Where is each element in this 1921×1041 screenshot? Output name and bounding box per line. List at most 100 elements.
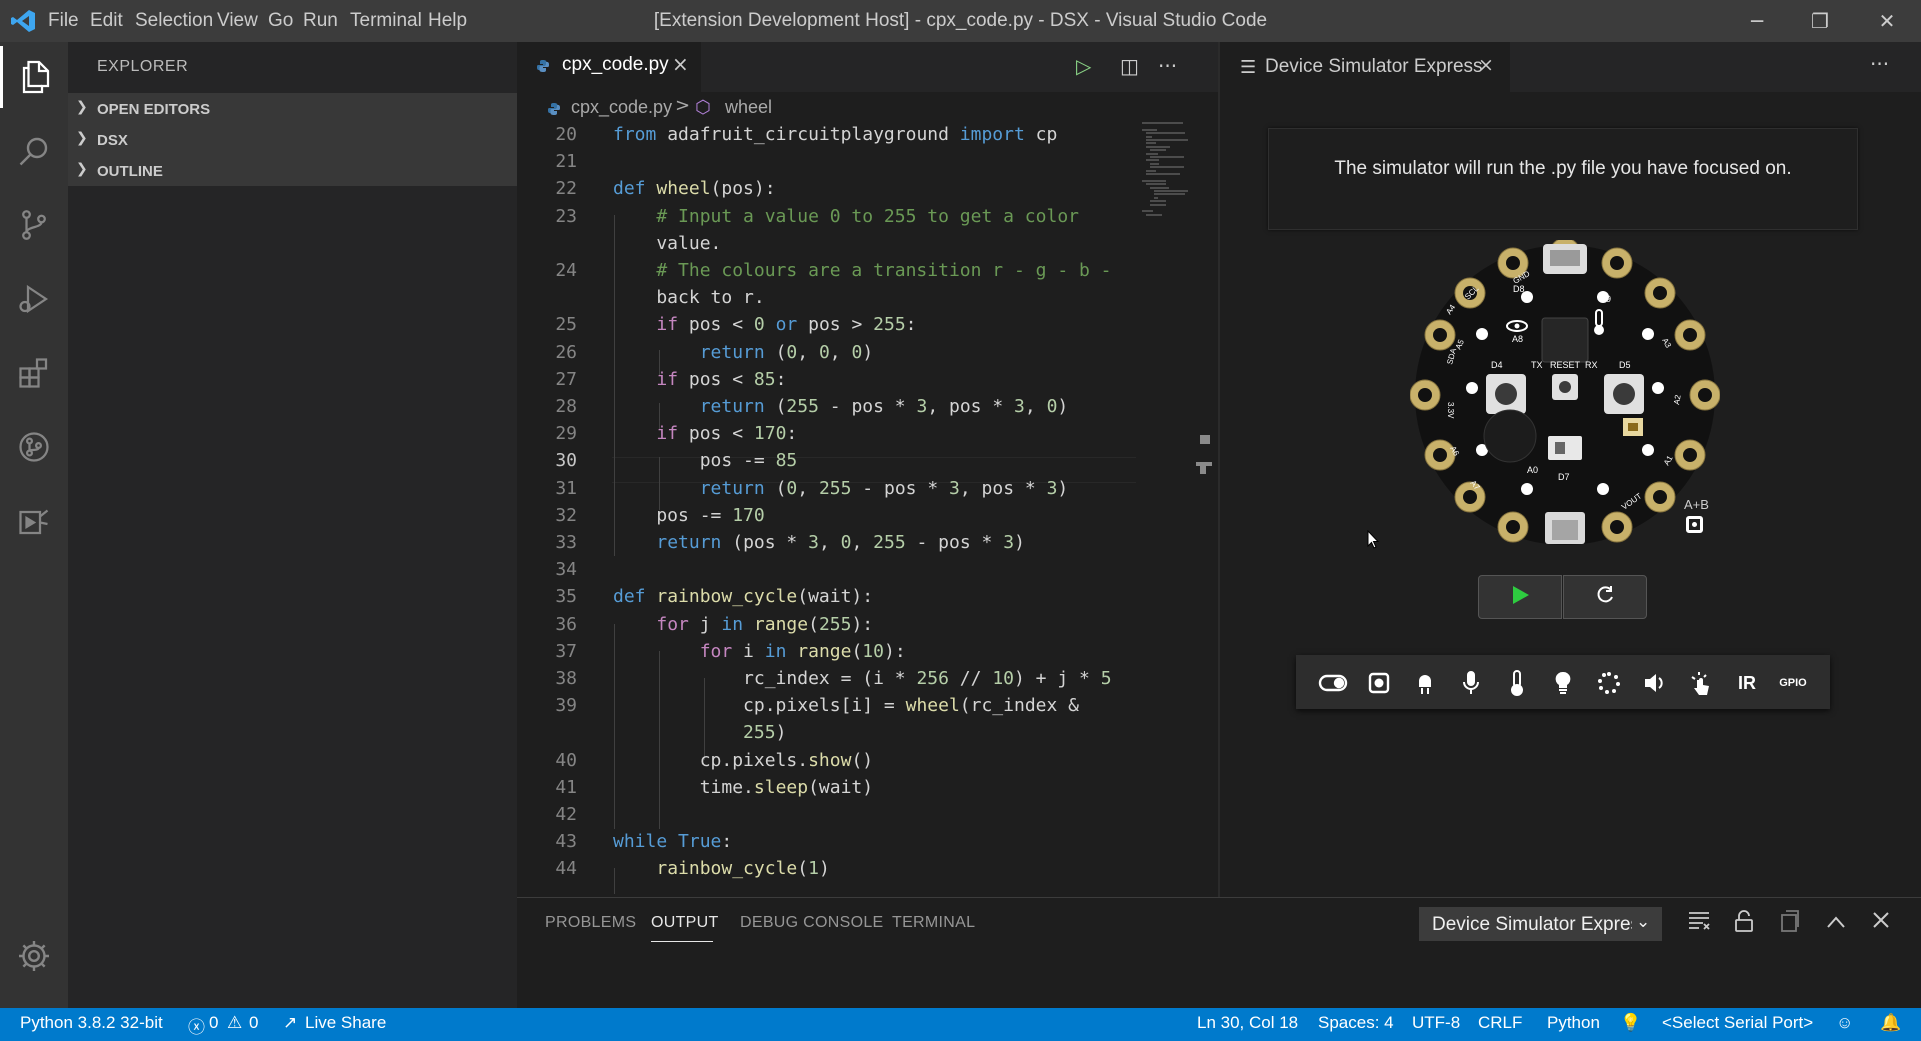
open-editor-icon[interactable]	[1780, 910, 1800, 937]
tab-output[interactable]: OUTPUT	[651, 914, 719, 932]
ir-icon[interactable]: IR	[1730, 666, 1764, 700]
code-line[interactable]: from adafruit_circuitplayground import c…	[613, 124, 1057, 145]
microphone-icon[interactable]	[1454, 666, 1488, 700]
code-line[interactable]: # Input a value 0 to 255 to get a color	[613, 206, 1079, 227]
tab-problems[interactable]: PROBLEMS	[545, 914, 636, 932]
refresh-button[interactable]	[1563, 575, 1647, 619]
explorer-icon[interactable]	[0, 46, 68, 108]
maximize-panel-icon[interactable]	[1826, 910, 1846, 934]
code-line[interactable]: while True:	[613, 831, 732, 852]
split-editor-icon[interactable]: ◫	[1120, 54, 1139, 78]
python-interpreter[interactable]: Python 3.8.2 32-bit	[20, 1013, 163, 1033]
push-button-icon[interactable]	[1362, 666, 1396, 700]
simulator-more-actions-icon[interactable]: ···	[1870, 52, 1889, 76]
settings-gear-icon[interactable]	[0, 925, 68, 987]
code-editor[interactable]: 20 from adafruit_circuitplayground import…	[517, 124, 1137, 896]
more-actions-icon[interactable]: ···	[1158, 54, 1177, 78]
line-endings[interactable]: CRLF	[1478, 1013, 1522, 1033]
menu-selection[interactable]: Selection	[135, 0, 213, 42]
git-graph-icon[interactable]	[0, 416, 68, 478]
code-line[interactable]: return (pos * 3, 0, 255 - pos * 3)	[613, 532, 1025, 553]
ab-button[interactable]	[1686, 516, 1703, 533]
code-line[interactable]: time.sleep(wait)	[613, 777, 873, 798]
code-line[interactable]: return (0, 255 - pos * 3, pos * 3)	[613, 478, 1069, 499]
shake-icon[interactable]	[1592, 666, 1626, 700]
breadcrumb-symbol[interactable]: wheel	[725, 97, 772, 118]
code-line[interactable]: cp.pixels[i] = wheel(rc_index &	[613, 695, 1079, 716]
menu-edit[interactable]: Edit	[90, 0, 123, 42]
code-line[interactable]: def rainbow_cycle(wait):	[613, 586, 873, 607]
thermometer-icon[interactable]	[1500, 666, 1534, 700]
code-line[interactable]: if pos < 0 or pos > 255:	[613, 314, 916, 335]
menu-view[interactable]: View	[217, 0, 258, 42]
code-line[interactable]: 255)	[613, 722, 786, 743]
live-share[interactable]: Live Share	[305, 1013, 386, 1033]
breadcrumb-file[interactable]: cpx_code.py	[571, 97, 672, 118]
restore-button[interactable]: ❐	[1797, 0, 1843, 42]
play-button[interactable]	[1478, 575, 1562, 619]
minimap[interactable]	[1142, 122, 1194, 232]
code-line[interactable]: rainbow_cycle(1)	[613, 858, 829, 879]
menu-terminal[interactable]: Terminal	[350, 0, 422, 42]
code-line[interactable]: rc_index = (i * 256 // 10) + j * 5	[613, 668, 1112, 689]
light-bulb-icon[interactable]	[1546, 666, 1580, 700]
device-simulator-icon[interactable]	[0, 490, 68, 552]
close-window-button[interactable]: ✕	[1864, 0, 1910, 42]
code-line[interactable]: for j in range(255):	[613, 614, 873, 635]
menu-help[interactable]: Help	[428, 0, 467, 42]
close-tab-icon[interactable]: ×	[672, 52, 689, 76]
gpio-icon[interactable]: GPIO	[1776, 666, 1810, 700]
line-number: 24	[555, 260, 577, 281]
light-bulb-status-icon[interactable]: 💡	[1620, 1013, 1641, 1033]
clear-output-icon[interactable]	[1688, 910, 1710, 935]
speaker-icon[interactable]	[1638, 666, 1672, 700]
code-line[interactable]: value.	[613, 233, 721, 254]
board-label-reset: RESET	[1550, 360, 1581, 370]
indentation[interactable]: Spaces: 4	[1318, 1013, 1394, 1033]
extensions-icon[interactable]	[0, 342, 68, 404]
serial-port-select[interactable]: <Select Serial Port>	[1662, 1013, 1813, 1033]
code-line[interactable]: if pos < 170:	[613, 423, 797, 444]
run-file-icon[interactable]: ▷	[1076, 54, 1091, 78]
section-dsx[interactable]	[68, 124, 517, 155]
toggle-switch-icon[interactable]	[1316, 666, 1350, 700]
menu-go[interactable]: Go	[268, 0, 293, 42]
code-line[interactable]: for i in range(10):	[613, 641, 906, 662]
menu-file[interactable]: File	[48, 0, 79, 42]
minimize-button[interactable]: ─	[1734, 0, 1780, 42]
code-line[interactable]: # The colours are a transition r - g - b…	[613, 260, 1111, 281]
code-line[interactable]: cp.pixels.show()	[613, 750, 873, 771]
tab-terminal[interactable]: TERMINAL	[892, 914, 975, 932]
line-number: 27	[555, 368, 577, 390]
code-line[interactable]: return (255 - pos * 3, pos * 3, 0)	[613, 396, 1069, 417]
language-mode[interactable]: Python	[1547, 1013, 1600, 1033]
warning-count[interactable]: 0	[249, 1013, 258, 1033]
source-control-icon[interactable]	[0, 194, 68, 256]
code-line[interactable]: pos -= 170	[613, 505, 764, 526]
neopixel-icon[interactable]	[1408, 666, 1442, 700]
encoding[interactable]: UTF-8	[1412, 1013, 1460, 1033]
code-line[interactable]: back to r.	[613, 287, 764, 308]
feedback-icon[interactable]: ☺	[1836, 1013, 1853, 1033]
search-icon[interactable]	[0, 120, 68, 182]
code-line[interactable]: def wheel(pos):	[613, 178, 776, 199]
circuit-playground-board[interactable]: D8 A8 A9 D4 TX RESET RX D5 A0 D7 GND VOU…	[1409, 237, 1721, 550]
minimap-line	[1150, 149, 1166, 152]
menu-run[interactable]: Run	[303, 0, 338, 42]
editor-group-divider[interactable]	[1218, 42, 1220, 897]
close-panel-icon[interactable]	[1872, 910, 1890, 934]
code-line[interactable]: pos -= 85	[613, 450, 798, 471]
error-count[interactable]: 0	[209, 1013, 218, 1033]
close-simulator-tab-icon[interactable]: ×	[1478, 54, 1494, 76]
chevron-right-icon: ❯	[76, 161, 88, 177]
lock-scroll-icon[interactable]	[1734, 910, 1754, 937]
line-number: 32	[555, 504, 577, 526]
cursor-position[interactable]: Ln 30, Col 18	[1197, 1013, 1298, 1033]
notifications-bell-icon[interactable]: 🔔	[1880, 1013, 1901, 1033]
tab-debug-console[interactable]: DEBUG CONSOLE	[740, 914, 884, 932]
code-line[interactable]: return (0, 0, 0)	[613, 342, 873, 363]
run-debug-icon[interactable]	[0, 268, 68, 330]
code-line[interactable]: if pos < 85:	[613, 369, 786, 390]
preview-icon: ☰	[1240, 57, 1257, 78]
touch-icon[interactable]	[1684, 666, 1718, 700]
